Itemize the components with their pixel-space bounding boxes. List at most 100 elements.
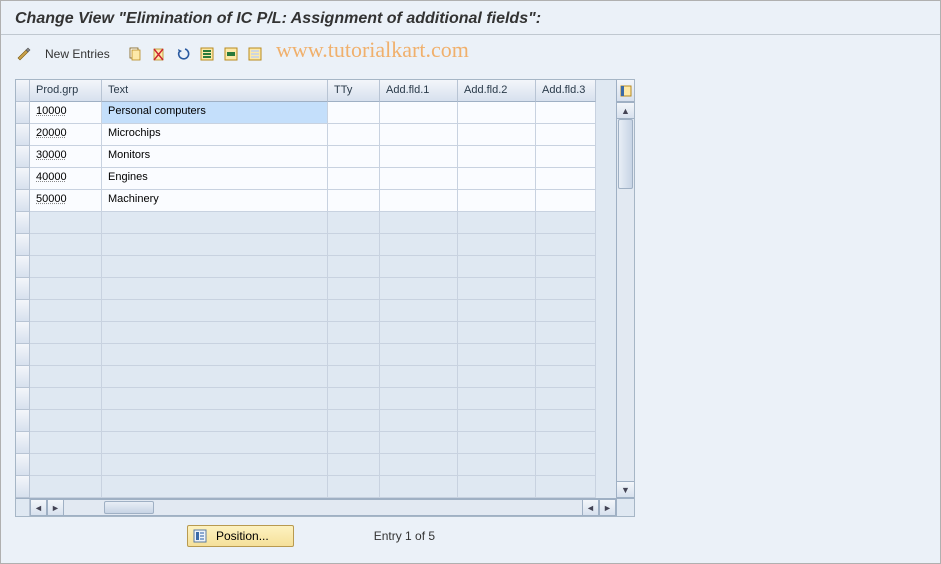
cell-empty[interactable]: [30, 410, 102, 432]
cell-prod[interactable]: 40000: [30, 168, 102, 190]
cell-text[interactable]: Engines: [102, 168, 328, 190]
cell-empty[interactable]: [380, 212, 458, 234]
cell-text[interactable]: Monitors: [102, 146, 328, 168]
col-header-addfld2[interactable]: Add.fld.2: [458, 80, 536, 102]
cell-tty[interactable]: [328, 168, 380, 190]
vsb-thumb[interactable]: [618, 119, 633, 189]
cell-empty[interactable]: [328, 344, 380, 366]
cell-empty[interactable]: [380, 278, 458, 300]
cell-tty[interactable]: [328, 146, 380, 168]
cell-empty[interactable]: [380, 300, 458, 322]
cell-empty[interactable]: [458, 278, 536, 300]
cell-empty[interactable]: [328, 476, 380, 498]
cell-empty[interactable]: [102, 476, 328, 498]
cell-empty[interactable]: [328, 454, 380, 476]
cell-af3[interactable]: [536, 168, 596, 190]
row-selector[interactable]: [16, 454, 30, 476]
cell-af1[interactable]: [380, 146, 458, 168]
cell-empty[interactable]: [458, 432, 536, 454]
cell-empty[interactable]: [328, 300, 380, 322]
toggle-change-icon[interactable]: [15, 45, 33, 63]
cell-empty[interactable]: [30, 234, 102, 256]
cell-empty[interactable]: [102, 388, 328, 410]
cell-empty[interactable]: [102, 212, 328, 234]
cell-empty[interactable]: [458, 388, 536, 410]
cell-empty[interactable]: [102, 322, 328, 344]
cell-empty[interactable]: [328, 366, 380, 388]
cell-prod[interactable]: 30000: [30, 146, 102, 168]
cell-empty[interactable]: [536, 212, 596, 234]
cell-empty[interactable]: [536, 256, 596, 278]
cell-af1[interactable]: [380, 168, 458, 190]
cell-empty[interactable]: [458, 366, 536, 388]
cell-text[interactable]: Personal computers: [102, 102, 328, 124]
row-selector[interactable]: [16, 322, 30, 344]
cell-prod[interactable]: 10000: [30, 102, 102, 124]
cell-empty[interactable]: [102, 300, 328, 322]
delete-icon[interactable]: [150, 45, 168, 63]
cell-empty[interactable]: [536, 454, 596, 476]
hsb-thumb[interactable]: [104, 501, 154, 514]
cell-af2[interactable]: [458, 124, 536, 146]
row-selector[interactable]: [16, 190, 30, 212]
row-selector[interactable]: [16, 476, 30, 498]
cell-empty[interactable]: [536, 344, 596, 366]
cell-prod[interactable]: 50000: [30, 190, 102, 212]
cell-empty[interactable]: [328, 278, 380, 300]
cell-af3[interactable]: [536, 146, 596, 168]
cell-af2[interactable]: [458, 146, 536, 168]
cell-empty[interactable]: [30, 300, 102, 322]
row-selector[interactable]: [16, 278, 30, 300]
cell-empty[interactable]: [536, 388, 596, 410]
row-selector[interactable]: [16, 212, 30, 234]
col-header-text[interactable]: Text: [102, 80, 328, 102]
row-selector[interactable]: [16, 168, 30, 190]
cell-empty[interactable]: [328, 322, 380, 344]
cell-af3[interactable]: [536, 102, 596, 124]
cell-empty[interactable]: [30, 366, 102, 388]
cell-empty[interactable]: [458, 300, 536, 322]
position-button[interactable]: Position...: [187, 525, 294, 547]
cell-empty[interactable]: [30, 344, 102, 366]
cell-empty[interactable]: [536, 300, 596, 322]
cell-af1[interactable]: [380, 102, 458, 124]
row-selector[interactable]: [16, 388, 30, 410]
cell-empty[interactable]: [458, 476, 536, 498]
cell-prod[interactable]: 20000: [30, 124, 102, 146]
row-selector[interactable]: [16, 124, 30, 146]
cell-text[interactable]: Microchips: [102, 124, 328, 146]
cell-empty[interactable]: [458, 234, 536, 256]
cell-empty[interactable]: [102, 366, 328, 388]
cell-empty[interactable]: [102, 256, 328, 278]
row-selector[interactable]: [16, 410, 30, 432]
col-header-addfld1[interactable]: Add.fld.1: [380, 80, 458, 102]
cell-af2[interactable]: [458, 190, 536, 212]
col-header-addfld3[interactable]: Add.fld.3: [536, 80, 596, 102]
cell-empty[interactable]: [536, 278, 596, 300]
cell-empty[interactable]: [536, 410, 596, 432]
cell-af1[interactable]: [380, 124, 458, 146]
row-selector[interactable]: [16, 432, 30, 454]
cell-empty[interactable]: [102, 234, 328, 256]
row-selector[interactable]: [16, 256, 30, 278]
cell-text[interactable]: Machinery: [102, 190, 328, 212]
cell-empty[interactable]: [102, 432, 328, 454]
row-selector[interactable]: [16, 344, 30, 366]
cell-empty[interactable]: [536, 322, 596, 344]
cell-af3[interactable]: [536, 124, 596, 146]
cell-empty[interactable]: [30, 388, 102, 410]
new-entries-button[interactable]: New Entries: [39, 45, 116, 63]
row-selector[interactable]: [16, 366, 30, 388]
cell-empty[interactable]: [30, 278, 102, 300]
cell-empty[interactable]: [380, 388, 458, 410]
cell-empty[interactable]: [458, 344, 536, 366]
row-selector[interactable]: [16, 146, 30, 168]
cell-empty[interactable]: [536, 234, 596, 256]
cell-empty[interactable]: [458, 410, 536, 432]
hsb-left-1[interactable]: ◄: [30, 499, 47, 516]
cell-empty[interactable]: [458, 256, 536, 278]
cell-tty[interactable]: [328, 124, 380, 146]
select-all-icon[interactable]: [198, 45, 216, 63]
cell-empty[interactable]: [380, 344, 458, 366]
cell-empty[interactable]: [102, 454, 328, 476]
